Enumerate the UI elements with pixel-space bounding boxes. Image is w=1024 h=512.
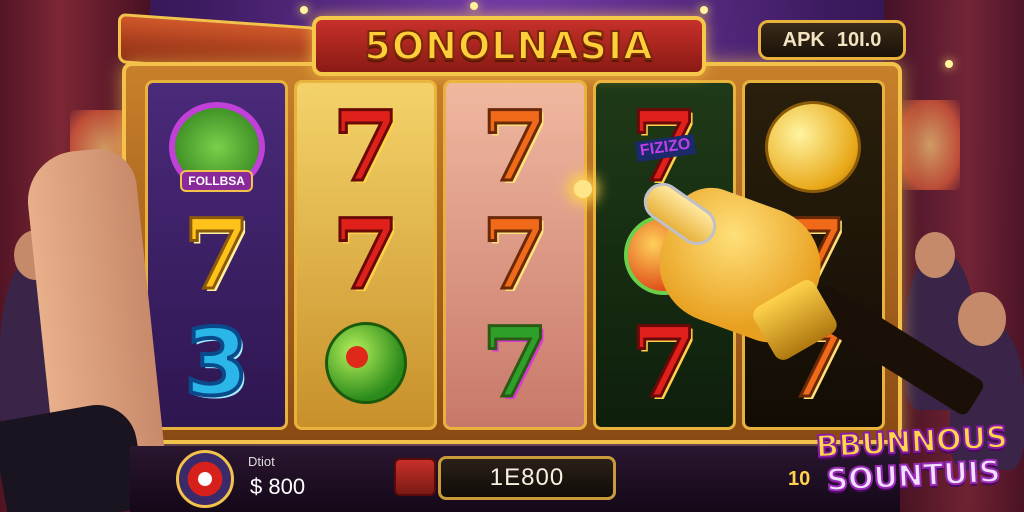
red-seven-icon: 7 <box>331 198 401 311</box>
apk-label: APK <box>782 28 825 51</box>
line-value: 10 <box>788 468 811 490</box>
reel-1: FOLLBSA 7 3 <box>145 80 289 430</box>
bonus-logo: BBUNNOUS SOUNTUIS <box>806 419 1020 512</box>
sparkle-icon <box>574 180 592 198</box>
seven-symbol: 7 FIZIZO <box>614 97 714 196</box>
seven-symbol: 7 <box>167 198 267 311</box>
orange-seven-icon: 7 <box>480 198 550 311</box>
string-light <box>470 2 478 10</box>
seven-symbol: 7 <box>465 198 565 311</box>
string-light <box>700 6 708 14</box>
seven-symbol: 7 <box>465 306 565 419</box>
melon-icon <box>324 322 407 404</box>
credit-display: 1E800 <box>438 456 616 500</box>
emblem-symbol: FOLLBSA <box>167 100 267 195</box>
apk-value: 10I.0 <box>836 28 882 51</box>
gold-seven-icon: 7 <box>182 198 252 311</box>
game-title-plate: 5ONOLNASIA <box>312 16 706 76</box>
bet-label: Dtiot <box>248 454 275 469</box>
bet-value: $ 800 <box>250 474 306 499</box>
striped-seven-icon: 7 <box>480 306 550 419</box>
three-symbol: 3 <box>167 309 267 416</box>
melon-symbol <box>316 316 416 411</box>
game-title: 5ONOLNASIA <box>363 23 654 69</box>
seven-symbol: 7 <box>614 306 714 419</box>
coin-symbol <box>763 100 863 195</box>
spin-button[interactable] <box>176 450 234 508</box>
blue-three-icon: 3 <box>183 309 251 416</box>
crowd-head <box>958 292 1006 346</box>
seven-symbol: 7 <box>465 90 565 203</box>
credit-value: 1E800 <box>489 464 565 491</box>
reel-2: 7 7 <box>294 80 438 430</box>
string-light <box>945 60 953 68</box>
string-light <box>300 6 308 14</box>
emblem-label: FOLLBSA <box>180 170 253 192</box>
bet-adjust-button[interactable] <box>394 458 436 496</box>
background-window <box>900 100 960 190</box>
red-seven-icon: 7 <box>331 90 401 203</box>
apk-badge: APK 10I.0 <box>758 20 906 60</box>
orange-seven-icon: 7 <box>480 90 550 203</box>
seven-symbol: 7 <box>316 90 416 203</box>
fruit-emblem-icon: FOLLBSA <box>168 102 265 192</box>
red-seven-icon: 7 <box>629 306 699 419</box>
reel-3: 7 7 7 <box>443 80 587 430</box>
crowd-head <box>915 232 955 278</box>
gold-coin-icon <box>765 101 862 193</box>
seven-symbol: 7 <box>316 198 416 311</box>
